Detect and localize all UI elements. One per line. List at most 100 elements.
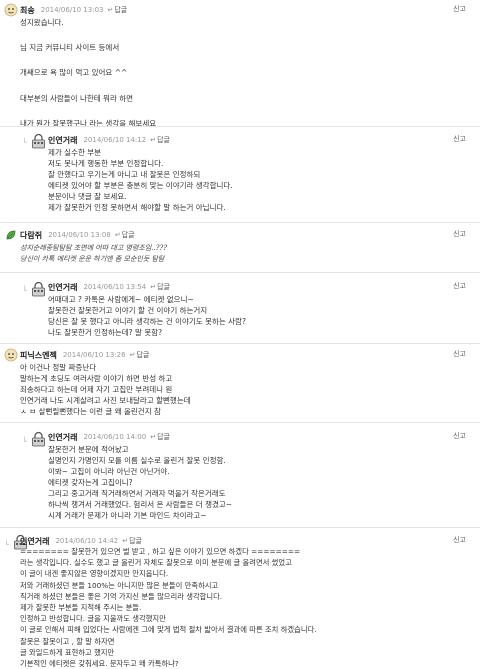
comment-line <box>20 80 156 93</box>
comment-line: 분문이나 댓글 잘 보세요. <box>48 192 127 201</box>
comment-line: 내가 뭔가 잘못했구나 라는 생각을 해보세요 <box>20 118 157 128</box>
lock-avatar-icon <box>32 431 45 447</box>
reply-indent-icon: └ <box>22 138 27 147</box>
divider <box>0 343 480 344</box>
report-button[interactable]: 신고 <box>453 229 466 239</box>
report-button[interactable]: 신고 <box>453 349 466 359</box>
comment-line: 이봐~ 고집이 아니라 아닌건 아닌거야. <box>48 467 170 476</box>
lock-avatar-icon <box>32 133 45 149</box>
comment-line: 잘못한거 분문에 적어놨고 <box>48 445 129 454</box>
comment-line: 아 이건나 정말 짜증난다 <box>20 363 97 372</box>
comment-line: 제가 잘못한 부분들 지적해 주시는 분들. <box>20 603 142 613</box>
comment-line: 잘못은 잘못이고 , 할 말 하자면 <box>20 636 115 646</box>
reply-indent-icon: └ <box>4 540 9 549</box>
comment-author[interactable]: 최송 <box>20 5 35 16</box>
reply-label: 답글 <box>129 537 142 545</box>
comment-date: 2014/06/10 14:42 <box>55 537 119 545</box>
comment-author[interactable]: 피닉스엔젝 <box>20 350 57 361</box>
comment-author[interactable]: 인연거래 <box>48 282 77 293</box>
comment-author[interactable]: 인연거래 <box>20 536 49 547</box>
comment-line: 이 글이 내겐 좋지않은 영향이겠지만 안지웁니다. <box>20 569 169 579</box>
reply-arrow-icon: ↵ <box>150 433 157 441</box>
comment-line: ㅅ ㅂ 살뻔릴뻔했다는 이런 글 왜 올린건지 참 <box>20 407 161 416</box>
comment-date: 2014/06/10 14:00 <box>83 433 147 441</box>
user-avatar-icon <box>4 3 18 17</box>
reply-label: 답글 <box>136 351 150 359</box>
report-button[interactable]: 신고 <box>453 281 466 291</box>
comment-line: 어때대고 ? 카톡온 사람에게~ 에티켓 없으니~ <box>48 295 194 304</box>
comment-line: 에티켓 갖자는게 고집이니? <box>48 478 133 487</box>
reply-button[interactable]: ↵ 답글 <box>150 135 170 145</box>
comment-date: 2014/06/10 13:26 <box>62 351 126 359</box>
comment-date: 2014/06/10 14:12 <box>83 136 147 144</box>
comment-author[interactable]: 다람쥐 <box>20 230 42 241</box>
report-button[interactable]: 신고 <box>453 134 466 144</box>
comment-line: 에티켓 있어야 할 부분은 충분히 맞는 이야기라 생각합니다. <box>48 181 233 190</box>
reply-indent-icon: └ <box>22 437 27 446</box>
divider <box>0 222 480 223</box>
report-button[interactable]: 신고 <box>453 4 466 14</box>
comment-line: 하나씩 챙겨서 거래했었다. 험리서 온 사람들은 더 챙겼고~ <box>48 500 233 509</box>
comment-line: 성지왔습니다. <box>20 18 64 27</box>
report-button[interactable]: 신고 <box>453 535 466 545</box>
comment-line: 대부분의 사람들이 나한테 뭐라 하면 <box>20 93 134 103</box>
comment-line: 성지순례중탐탐탐 초면에 어따 대고 명령조임..??? <box>20 244 167 252</box>
comment-line: 직거래 하셨던 분들은 좋은 기억 가지신 분들 많으리라 생각합니다. <box>20 591 223 601</box>
user-avatar-icon <box>4 348 18 362</box>
reply-button[interactable]: ↵ 답글 <box>150 432 170 442</box>
reply-label: 답글 <box>114 6 128 14</box>
comment-line: 개쌔으로 욕 많이 먹고 있어요 ^^ <box>20 68 128 78</box>
reply-arrow-icon: ↵ <box>107 6 114 14</box>
comment-author[interactable]: 인연거래 <box>48 135 77 146</box>
comment-line: 시계 거래가 문제가 아니라 기본 마인드 차이라고~ <box>48 511 207 520</box>
comment-line: 라는 생각입니다. 실수도 했고 글 올린거 자체도 잘못으로 이미 분문에 글… <box>20 558 292 568</box>
comment-line: 나도 잘못한거 인정하는데? 말 못함? <box>48 328 163 337</box>
comment-line: 죄송하다고 하는데 어제 자기 고집만 부려데니 원 <box>20 385 173 394</box>
comment-line <box>20 105 156 118</box>
comment-author[interactable]: 인연거래 <box>48 432 77 443</box>
reply-button[interactable]: ↵ 답글 <box>150 282 170 292</box>
comment-line: 당신은 잘 못 했다고 아니라 생각하는 건 이야기도 못하는 사람? <box>48 317 246 326</box>
comment-line: 잘 안했다고 우기는게 아니고 내 잘못은 인정하되 <box>48 170 201 179</box>
reply-arrow-icon: ↵ <box>114 231 121 239</box>
comment-line: 말하는게 초딩도 여러사람 이야기 하면 반성 하고 <box>20 374 173 383</box>
reply-arrow-icon: ↵ <box>150 136 157 144</box>
reply-button[interactable]: ↵ 답글 <box>115 230 135 240</box>
comment-line: 저와 거래하셨던 분들 100%는 아니지만 많은 분들이 만족하시고 <box>20 580 219 590</box>
divider <box>0 126 480 127</box>
reply-label: 답글 <box>157 283 170 291</box>
lock-avatar-icon <box>32 281 45 297</box>
divider <box>0 422 480 423</box>
comment-line: 제가 잘못한거 인정 못하면서 해야할 말 하는거 아닙니다. <box>48 203 226 212</box>
comment-date: 2014/06/10 13:08 <box>48 231 111 239</box>
reply-arrow-icon: ↵ <box>150 283 157 291</box>
comment-line: 그리고 중고거래 직거래하면서 거래자 먹을거 작은거래도 <box>48 489 226 498</box>
comment-line <box>20 55 156 68</box>
reply-indent-icon: └ <box>22 286 27 295</box>
reply-button[interactable]: ↵ 답글 <box>122 536 142 546</box>
comment-line: 글 와일드하게 표현하고 했지만 <box>20 647 115 657</box>
reply-button[interactable]: ↵ 답글 <box>130 350 150 360</box>
comment-line <box>20 30 156 43</box>
comment-line: ======== 잘못한거 있으면 벌 받고 , 하고 싶은 이야기 있으면 하… <box>20 547 301 556</box>
report-button[interactable]: 신고 <box>453 431 466 441</box>
comment-line: 인연거래 나도 시계살려고 사진 보내달라고 할뻔했는데 <box>20 396 191 405</box>
comment-line: 저도 못나게 행동한 부분 인정합니다. <box>48 159 164 168</box>
comment-line: 기본적인 에티켓은 갖춰세요. 문자두고 왜 카톡하냐? <box>20 659 179 669</box>
reply-arrow-icon: ↵ <box>129 351 136 359</box>
comment-line: 당신이 카톡 에티켓 운운 하기엔 좀 모순인듯 탐탐 <box>20 255 165 263</box>
comment-line: 제가 실수한 부분 <box>48 148 102 157</box>
comment-date: 2014/06/10 13:03 <box>40 6 104 14</box>
divider <box>0 527 480 528</box>
comment-line: 이 글로 인해서 피해 입었다는 사람에겐 그에 맞게 법적 절차 밟아서 결과… <box>20 625 317 635</box>
comment-date: 2014/06/10 13:54 <box>83 283 147 291</box>
reply-label: 답글 <box>157 433 170 441</box>
reply-label: 답글 <box>121 231 135 239</box>
divider <box>0 272 480 273</box>
reply-arrow-icon: ↵ <box>122 537 129 545</box>
comment-line: 님 지금 커뮤니티 사이트 등에서 <box>20 43 120 53</box>
comment-line: 잘못한건 잘못한거고 이야기 할 건 이야기 하는거지 <box>48 306 208 315</box>
comment-line: 실명인지 가명인지 모를 이름 실수로 올린거 잘못 인정함. <box>48 456 226 465</box>
reply-button[interactable]: ↵ 답글 <box>107 5 127 15</box>
reply-label: 답글 <box>157 136 170 144</box>
